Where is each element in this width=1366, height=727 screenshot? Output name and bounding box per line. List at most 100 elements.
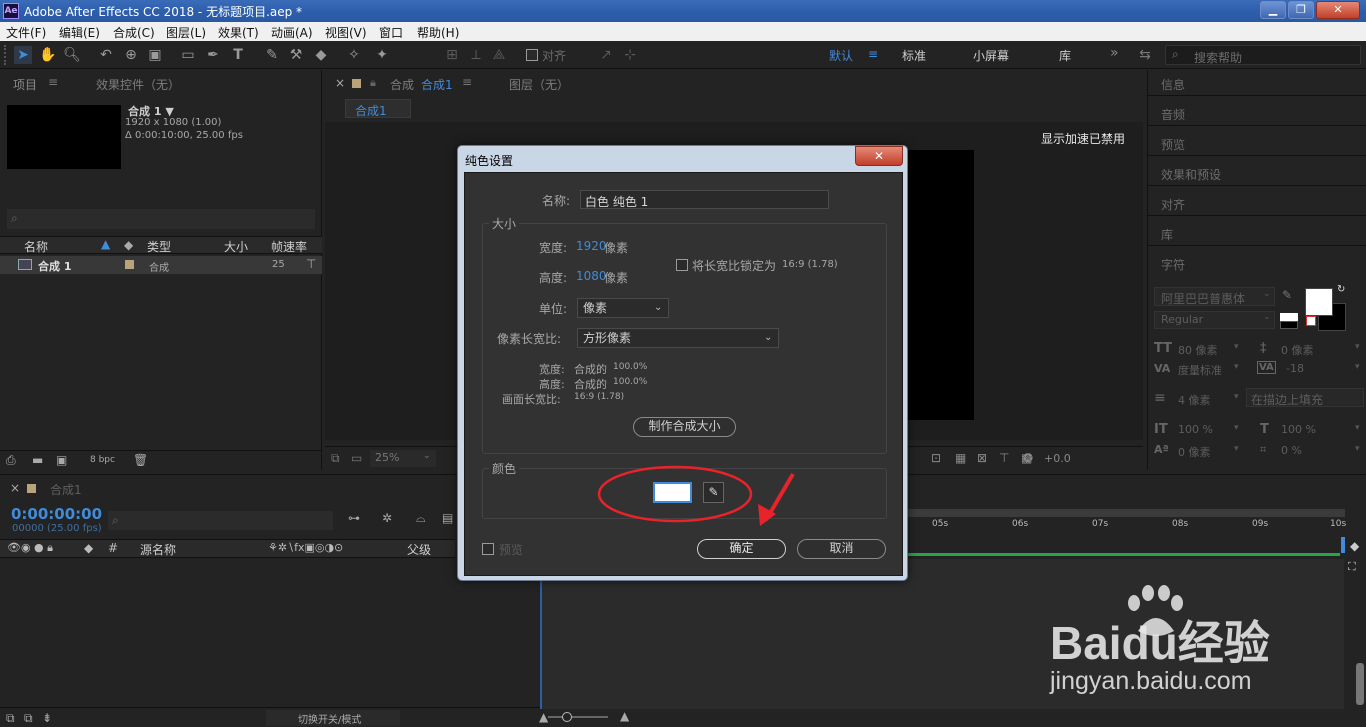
interpret-footage-icon[interactable]: ⎙: [6, 453, 16, 468]
panel-preview[interactable]: 预览: [1161, 136, 1185, 153]
font-style-dropdown[interactable]: Regular ⌄: [1154, 311, 1275, 329]
sync-settings-icon[interactable]: ⇆: [1136, 46, 1154, 64]
label-color-swatch[interactable]: [125, 260, 134, 269]
exposure-value[interactable]: +0.0: [1044, 452, 1071, 465]
pan-behind-tool-icon[interactable]: ▣: [146, 46, 164, 64]
tracking-value[interactable]: -18: [1286, 362, 1304, 375]
mask-visibility-icon[interactable]: ⊠: [977, 451, 987, 465]
cancel-button[interactable]: 取消: [797, 539, 886, 559]
timeline-scrollbar[interactable]: [1356, 663, 1364, 705]
comp-button-icon[interactable]: ⛶: [1348, 560, 1356, 574]
hand-tool-icon[interactable]: ✋: [39, 46, 57, 64]
clone-stamp-tool-icon[interactable]: ⚒: [287, 46, 305, 64]
exposure-reset-icon[interactable]: ✪: [1023, 451, 1033, 465]
menu-animation[interactable]: 动画(A): [271, 24, 313, 41]
camera-tool-icon[interactable]: ⊕: [122, 46, 140, 64]
tab-effect-controls[interactable]: 效果控件（无）: [96, 76, 180, 93]
work-area-bar[interactable]: [905, 509, 1345, 517]
column-frame-rate[interactable]: 帧速率: [271, 238, 307, 255]
panel-menu-icon[interactable]: ≡: [462, 75, 472, 89]
height-value[interactable]: 1080: [576, 269, 607, 283]
world-axis-icon[interactable]: ⟂: [467, 46, 485, 64]
roto-brush-tool-icon[interactable]: ✧: [345, 46, 363, 64]
dialog-close-button[interactable]: ✕: [855, 146, 903, 166]
panel-libraries[interactable]: 库: [1161, 226, 1173, 243]
comp-subtab[interactable]: 合成1: [345, 99, 411, 118]
lock-icon[interactable]: 🔒︎: [370, 76, 376, 90]
black-swatch[interactable]: [1280, 321, 1298, 329]
stroke-width-value[interactable]: 4 像素: [1178, 392, 1211, 408]
rotate-tool-icon[interactable]: ↶: [97, 46, 115, 64]
minimize-button[interactable]: ▁: [1260, 1, 1286, 19]
eyedropper-icon[interactable]: ✎: [1282, 288, 1292, 302]
zoom-dropdown[interactable]: 25% ⌄: [370, 450, 436, 467]
selection-tool-icon[interactable]: ➤: [14, 46, 32, 64]
pen-tool-icon[interactable]: ✒: [204, 46, 222, 64]
menu-effect[interactable]: 效果(T): [218, 24, 259, 41]
comp-mini-flowchart-icon[interactable]: ⊶: [348, 511, 360, 525]
menu-window[interactable]: 窗口: [379, 24, 403, 41]
snap-mode-icon[interactable]: ⊹: [621, 46, 639, 64]
work-area-end-handle[interactable]: [1341, 537, 1345, 553]
draft-3d-icon[interactable]: ✲: [382, 511, 392, 525]
font-size-value[interactable]: 80 像素: [1178, 342, 1218, 358]
white-swatch[interactable]: [1280, 313, 1298, 321]
column-type[interactable]: 类型: [147, 238, 171, 255]
comp-tab-name[interactable]: 合成1: [421, 76, 453, 93]
no-color-swatch[interactable]: [1306, 316, 1316, 326]
menu-view[interactable]: 视图(V): [325, 24, 367, 41]
column-name[interactable]: 名称: [24, 238, 48, 255]
new-composition-icon[interactable]: ▣: [56, 453, 67, 467]
shy-layers-icon[interactable]: ⌓: [416, 511, 426, 526]
workspace-standard[interactable]: 标准: [902, 47, 926, 64]
region-of-interest-icon[interactable]: ⊡: [931, 451, 941, 465]
workspace-more-icon[interactable]: »: [1110, 45, 1119, 61]
panel-align[interactable]: 对齐: [1161, 196, 1185, 213]
bit-depth-label[interactable]: 8 bpc: [90, 455, 115, 465]
type-tool-icon[interactable]: T: [229, 46, 247, 64]
column-size[interactable]: 大小: [224, 238, 248, 255]
lock-aspect-checkbox[interactable]: [676, 259, 688, 271]
panel-character[interactable]: 字符: [1161, 256, 1185, 273]
snap-checkbox[interactable]: [526, 49, 538, 61]
menu-composition[interactable]: 合成(C): [113, 24, 155, 41]
close-tab-icon[interactable]: ×: [10, 481, 20, 495]
search-help-field[interactable]: ⌕ 搜索帮助: [1165, 45, 1361, 65]
menu-layer[interactable]: 图层(L): [166, 24, 206, 41]
zoom-tool-icon[interactable]: 🔍︎: [63, 46, 81, 64]
timeline-tab[interactable]: 合成1: [50, 481, 82, 498]
stroke-mode-dropdown[interactable]: 在描边上填充: [1246, 388, 1364, 407]
vertical-scale-value[interactable]: 100 %: [1178, 423, 1213, 436]
project-search-input[interactable]: ⌕: [7, 209, 315, 229]
frame-blending-icon[interactable]: ▤: [442, 511, 453, 525]
panel-effects-presets[interactable]: 效果和预设: [1161, 166, 1221, 183]
transfer-controls-icon[interactable]: ⧉: [24, 711, 33, 726]
pixel-aspect-dropdown[interactable]: 方形像素 ⌄: [577, 328, 779, 348]
toggle-switches-modes-button[interactable]: 切换开关/模式: [266, 710, 400, 726]
horizontal-scale-value[interactable]: 100 %: [1281, 423, 1316, 436]
rectangle-tool-icon[interactable]: ▭: [179, 46, 197, 64]
magnification-icon[interactable]: ▭: [351, 451, 362, 465]
workspace-library[interactable]: 库: [1059, 47, 1071, 64]
new-folder-icon[interactable]: ▬: [32, 453, 43, 467]
transparency-grid-icon[interactable]: ▦: [955, 451, 966, 465]
kerning-value[interactable]: 度量标准: [1178, 362, 1222, 378]
time-ruler[interactable]: 05s 06s 07s 08s 09s 10s: [905, 519, 1346, 539]
menu-file[interactable]: 文件(F): [6, 24, 46, 41]
make-comp-size-button[interactable]: 制作合成大小: [633, 417, 736, 437]
menu-help[interactable]: 帮助(H): [417, 24, 459, 41]
width-value[interactable]: 1920: [576, 239, 607, 253]
flowchart-icon[interactable]: ⊤: [999, 451, 1009, 465]
panel-info[interactable]: 信息: [1161, 76, 1185, 93]
tab-layer[interactable]: 图层（无）: [509, 76, 569, 93]
zoom-in-icon[interactable]: ▲: [620, 709, 629, 723]
comp-marker-bin-icon[interactable]: ◆: [1350, 539, 1359, 553]
timeline-zoom-slider[interactable]: [548, 716, 608, 718]
current-time-display[interactable]: 0:00:00:00: [11, 505, 102, 523]
leading-value[interactable]: 0 像素: [1281, 342, 1314, 358]
preview-checkbox[interactable]: [482, 543, 494, 555]
zoom-out-icon[interactable]: ▲: [539, 710, 548, 724]
workspace-default[interactable]: 默认: [829, 47, 853, 64]
baseline-shift-value[interactable]: 0 像素: [1178, 444, 1211, 460]
source-name-header[interactable]: 源名称: [140, 541, 176, 558]
